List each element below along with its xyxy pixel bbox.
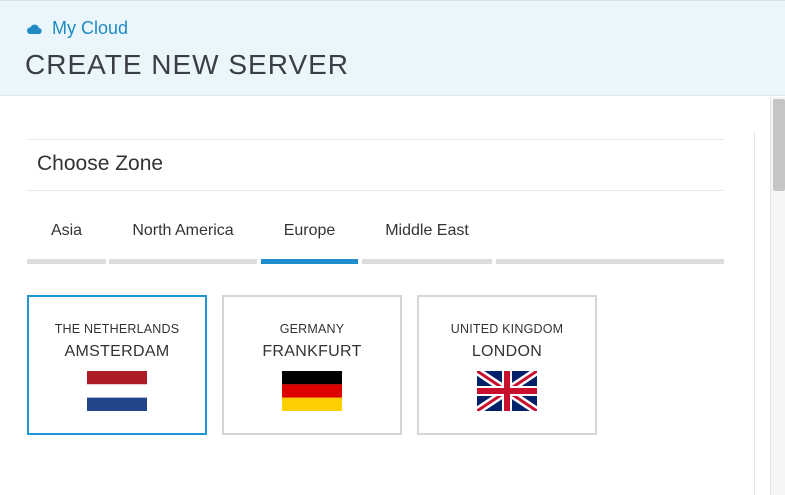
uk-flag-icon <box>477 371 537 411</box>
zone-city: LONDON <box>471 343 543 360</box>
tab-north-america[interactable]: North America <box>109 222 257 240</box>
zone-country: THE NETHERLANDS <box>54 322 180 336</box>
divider <box>27 190 724 191</box>
breadcrumb[interactable]: My Cloud <box>26 18 128 39</box>
zone-card-london[interactable]: UNITED KINGDOM LONDON <box>417 295 597 435</box>
tab-asia[interactable]: Asia <box>27 222 106 240</box>
tab-europe[interactable]: Europe <box>261 222 358 240</box>
tab-indicator-north-america <box>109 259 257 264</box>
scrollbar[interactable] <box>770 97 785 495</box>
tab-indicator-europe <box>261 259 358 264</box>
germany-flag-icon <box>282 371 342 411</box>
breadcrumb-label[interactable]: My Cloud <box>52 18 128 39</box>
page-title: CREATE NEW SERVER <box>25 49 350 80</box>
netherlands-flag-icon <box>87 371 147 411</box>
page-header: My Cloud CREATE NEW SERVER <box>0 0 785 96</box>
divider <box>27 139 724 140</box>
zone-city: FRANKFURT <box>262 343 362 360</box>
cloud-icon <box>26 23 42 35</box>
zone-country: GERMANY <box>279 322 345 336</box>
tab-indicator-asia <box>27 259 106 264</box>
panel-divider <box>754 132 755 495</box>
zone-country: UNITED KINGDOM <box>450 322 564 336</box>
tab-middle-east[interactable]: Middle East <box>362 222 492 240</box>
tab-indicator-filler <box>496 259 724 264</box>
tab-indicator-middle-east <box>362 259 492 264</box>
zone-city: AMSTERDAM <box>64 343 170 360</box>
scrollbar-thumb[interactable] <box>773 99 785 191</box>
zone-card-frankfurt[interactable]: GERMANY FRANKFURT <box>222 295 402 435</box>
zone-card-amsterdam[interactable]: THE NETHERLANDS AMSTERDAM <box>27 295 207 435</box>
section-title: Choose Zone <box>37 152 164 175</box>
